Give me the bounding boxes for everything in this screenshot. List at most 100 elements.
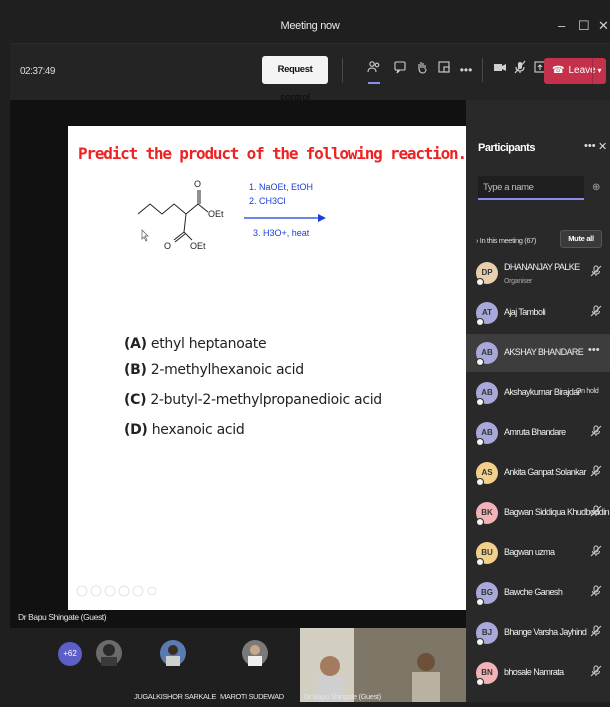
participant-name: DHANANJAY PALKE <box>504 262 580 272</box>
participant-row[interactable]: BN bhosale Namrata <box>466 654 610 692</box>
participant-name: AKSHAY BHANDARE <box>504 347 584 357</box>
participant-row[interactable]: BU Bagwan uzma <box>466 534 610 572</box>
participant-more-icon[interactable]: ••• <box>588 344 600 356</box>
presence-status-icon <box>476 638 484 646</box>
participant-avatar <box>96 640 122 666</box>
participant-name: Amruta Bhandare <box>504 427 566 437</box>
panel-title: Participants <box>478 142 535 154</box>
presence-status-icon <box>476 318 484 326</box>
toolbar-divider <box>482 58 483 82</box>
mic-off-icon <box>590 625 602 640</box>
mic-off-icon <box>590 585 602 600</box>
participant-avatar <box>242 640 268 666</box>
participant-name: Bagwan uzma <box>504 547 555 557</box>
active-tab-indicator <box>368 82 380 84</box>
participant-name: Ajaj Tamboli <box>504 307 546 317</box>
tile-name: MAROTI SUDEWAD <box>220 692 284 701</box>
participant-avatar <box>160 640 186 666</box>
participant-row[interactable]: DP DHANANJAY PALKE Organiser <box>466 254 610 292</box>
presenter-name: Dr Bapu Shingate (Guest) <box>18 612 107 622</box>
presence-status-icon <box>476 558 484 566</box>
presence-status-icon <box>476 478 484 486</box>
tile-name: JUGALKISHOR SARKALE <box>134 692 217 701</box>
camera-icon[interactable] <box>490 58 510 82</box>
mute-all-button[interactable]: Mute all <box>560 230 602 248</box>
reaction-scheme: O OEt O OEt 1. NaOEt, EtOH 2. CH3Cl 3. H… <box>137 179 326 251</box>
slide-question: Predict the product of the following rea… <box>78 144 467 163</box>
participant-row[interactable]: AS Ankita Ganpat Solankar <box>466 454 610 492</box>
chevron-down-icon[interactable]: ▾ <box>592 58 606 84</box>
panel-more-icon[interactable]: ••• <box>584 140 596 152</box>
window-title: Meeting now <box>280 20 340 32</box>
presenter-video <box>300 628 466 702</box>
presence-status-icon <box>476 278 484 286</box>
participant-row[interactable]: AB Akshaykumar Birajdar On hold <box>466 374 610 412</box>
rooms-icon[interactable] <box>434 58 454 82</box>
window-frame-top <box>0 0 610 10</box>
option-b: (B) 2-methylhexanoic acid <box>124 362 304 378</box>
arrow-head <box>318 214 326 222</box>
participant-role: Organiser <box>504 278 533 285</box>
overflow-count-badge[interactable]: +62 <box>58 642 82 666</box>
mic-off-icon[interactable] <box>510 58 530 82</box>
option-c: (C) 2-butyl-2-methylpropanedioic acid <box>124 392 382 408</box>
mic-off-icon <box>590 425 602 440</box>
participant-search-input[interactable] <box>478 176 584 200</box>
minimize-icon[interactable]: – <box>558 18 565 33</box>
tile-name: Dr Bapu Shingate (Guest) <box>304 692 381 701</box>
oxygen-label: O <box>164 241 171 251</box>
meeting-timer: 02:37:49 <box>20 66 55 77</box>
presence-status-icon <box>476 598 484 606</box>
participant-name: Akshaykumar Birajdar <box>504 387 581 397</box>
oxygen-label: O <box>194 179 201 189</box>
participant-row[interactable]: BG Bawche Ganesh <box>466 574 610 612</box>
request-control-button[interactable]: Request control <box>262 56 328 103</box>
raise-hand-icon[interactable] <box>412 58 432 82</box>
share-invite-icon[interactable]: ⊕ <box>592 182 600 193</box>
participant-row[interactable]: BJ Bhange Varsha Jayhind <box>466 614 610 652</box>
presence-status-icon <box>476 398 484 406</box>
teams-meeting-window: Meeting now – ☐ ✕ 02:37:49 Request contr… <box>10 10 610 702</box>
presence-status-icon <box>476 438 484 446</box>
leave-button[interactable]: ☎ Leave ▾ <box>544 58 606 84</box>
people-icon[interactable] <box>364 58 384 82</box>
reagent-step-1: 1. NaOEt, EtOH <box>249 182 313 192</box>
reagent-step-2: 2. CH3Cl <box>249 196 286 206</box>
phone-hangup-icon: ☎ <box>552 65 565 76</box>
toolbar-divider <box>342 58 343 82</box>
reagent-step-3: 3. H3O+, heat <box>253 228 310 238</box>
presence-status-icon <box>476 358 484 366</box>
mic-off-icon <box>590 665 602 680</box>
more-options-icon[interactable]: ••• <box>456 58 476 82</box>
close-icon[interactable]: ✕ <box>598 18 609 34</box>
mic-off-icon <box>590 465 602 480</box>
presence-status-icon <box>476 678 484 686</box>
mouse-cursor-icon <box>141 229 149 242</box>
shared-slide: Predict the product of the following rea… <box>68 126 467 610</box>
participant-name: Ankita Ganpat Solankar <box>504 467 586 477</box>
in-meeting-section-label[interactable]: › In this meeting (67) <box>476 236 536 245</box>
participant-row[interactable]: AT Ajaj Tamboli <box>466 294 610 332</box>
meeting-toolbar: 02:37:49 Request control ••• ☎ Leave ▾ <box>10 44 610 103</box>
presence-status-icon <box>476 518 484 526</box>
panel-close-icon[interactable]: ✕ <box>598 140 607 153</box>
participant-name: Bhange Varsha Jayhind <box>504 627 587 637</box>
ethoxy-label: OEt <box>190 241 206 251</box>
mic-off-icon <box>590 265 602 280</box>
chat-icon[interactable] <box>390 58 410 82</box>
mic-off-icon <box>590 545 602 560</box>
option-a: (A) ethyl heptanoate <box>124 336 267 352</box>
participant-status: On hold <box>576 388 599 395</box>
window-frame-left <box>0 0 10 702</box>
slide-nav-controls[interactable] <box>76 585 157 600</box>
participant-row[interactable]: AB Amruta Bhandare <box>466 414 610 452</box>
ethoxy-label: OEt <box>208 209 224 219</box>
mic-off-icon <box>590 305 602 320</box>
participant-name: Bawche Ganesh <box>504 587 563 597</box>
participant-row[interactable]: AB AKSHAY BHANDARE ••• <box>466 334 610 372</box>
maximize-icon[interactable]: ☐ <box>578 18 590 34</box>
video-strip: +62 JUGALKISHOR SARKALE MAROTI SUDEWAD D… <box>10 628 466 702</box>
option-d: (D) hexanoic acid <box>124 422 245 438</box>
participant-row[interactable]: BK Bagwan Siddiqua Khudboddin <box>466 494 610 532</box>
participant-name: bhosale Namrata <box>504 667 564 677</box>
